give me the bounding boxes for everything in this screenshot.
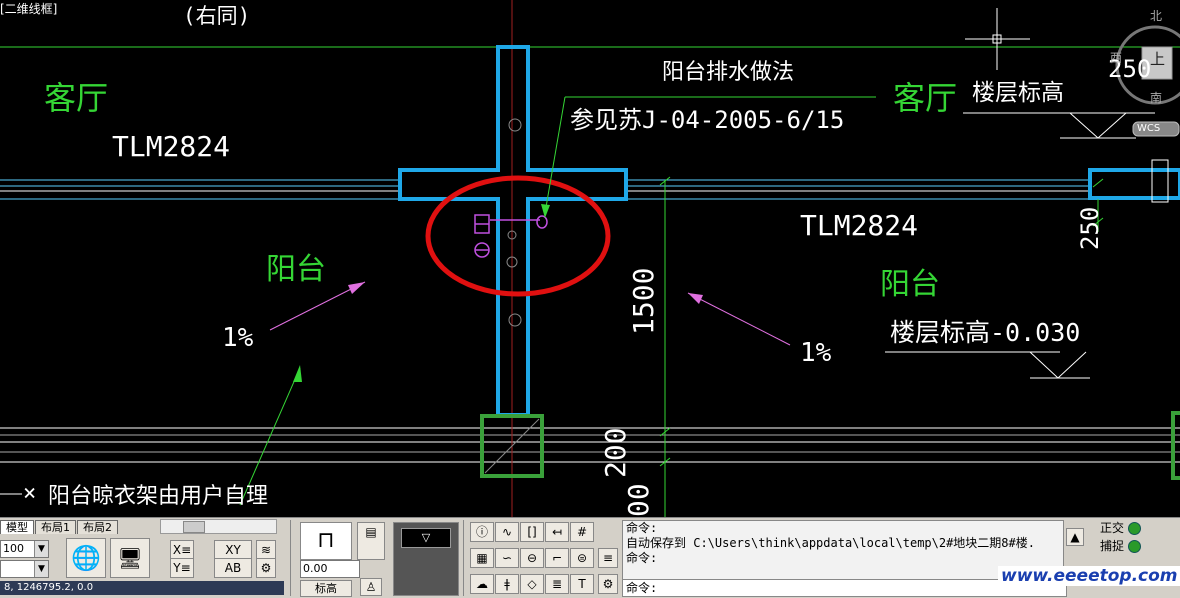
tab-layout1[interactable]: 布局1 (35, 520, 76, 534)
drain-symbol (474, 214, 548, 258)
level-symbol-panel[interactable]: ▽ (393, 522, 459, 596)
revision-cloud (425, 175, 611, 297)
slope-label-right: 1% (800, 338, 832, 368)
drawing-svg[interactable] (0, 0, 1180, 517)
diamond-icon[interactable]: ◇ (520, 574, 544, 594)
elevation-label: 标高 (315, 582, 337, 595)
scrollbar-thumb[interactable] (183, 521, 205, 533)
chevron-down-icon[interactable]: ▼ (34, 561, 48, 577)
monitor-icon[interactable]: 🖥 (110, 538, 150, 578)
elevation-button[interactable]: 标高 (300, 580, 352, 597)
room-label-right: 客厅 (893, 79, 958, 117)
curve-icon[interactable]: ∽ (495, 548, 519, 568)
window-label-left: TLM2824 (112, 130, 231, 163)
level-preview-icon: ▽ (401, 528, 451, 548)
info-icon[interactable]: ⓘ (470, 522, 494, 542)
status-on-icon (1128, 522, 1142, 535)
text-icon[interactable]: T (570, 574, 594, 594)
drain-title: 阳台排水做法 (662, 60, 795, 85)
wave-icon[interactable]: ∿ (495, 522, 519, 542)
scale-value: 100 (3, 542, 24, 555)
hatch-icon[interactable]: ▦ (470, 548, 494, 568)
ortho-label: 正交 (1100, 521, 1125, 535)
dimension-200: 200 (599, 427, 632, 478)
drawing-canvas[interactable]: [二维线框] (右同) 客厅 客厅 TLM2824 TLM2824 阳台 阳台 … (0, 0, 1180, 517)
balcony-label-right: 阳台 (880, 267, 940, 302)
toolbar-separator (290, 520, 291, 596)
ortho-toggle[interactable]: 正交 (1100, 521, 1142, 536)
view-cube-top[interactable]: 上 (1150, 52, 1165, 67)
drain-reference: 参见苏J-04-2005-6/15 (570, 106, 845, 134)
watermark: www.eeeetop.com (998, 566, 1180, 586)
layer-select[interactable]: ▼ (0, 560, 49, 578)
ab-button[interactable]: AB (214, 558, 252, 578)
layers-icon[interactable]: ≋ (256, 540, 276, 560)
lines-icon[interactable]: ≣ (545, 574, 569, 594)
cloud-icon[interactable]: ☁ (470, 574, 494, 594)
list-icon[interactable]: ≡ (598, 548, 618, 568)
gear-icon[interactable]: ⚙ (598, 574, 618, 594)
compass-icon[interactable]: ⊜ (570, 548, 594, 568)
slope-label-left: 1% (222, 323, 254, 353)
viewport-label[interactable]: [二维线框] (0, 3, 57, 15)
layout-tabs: 模型 布局1 布局2 (0, 520, 119, 534)
scale-select[interactable]: 100 ▼ (0, 540, 49, 558)
y-coord-icon[interactable]: Y≡ (170, 558, 194, 578)
tab-layout2[interactable]: 布局2 (77, 520, 118, 534)
toolbar-separator (463, 520, 464, 596)
room-label-left: 客厅 (44, 79, 109, 117)
tab-model[interactable]: 模型 (0, 520, 34, 534)
person-icon[interactable]: ♙ (360, 578, 382, 596)
status-on-icon (1128, 540, 1142, 553)
dimension-1500: 1500 (627, 267, 660, 335)
clothes-rack-marker: × (23, 481, 37, 506)
chevron-down-icon[interactable]: ▼ (34, 541, 48, 557)
elevation-value: 0.00 (303, 562, 328, 575)
floor-level-value: 楼层标高-0.030 (890, 318, 1081, 347)
arrow-icon[interactable]: ↤ (545, 522, 569, 542)
snap-label: 捕捉 (1100, 539, 1125, 553)
grid-number-icon[interactable]: # (570, 522, 594, 542)
dimension-bottom: 00 (622, 483, 655, 517)
door-icon[interactable]: ⊓ (300, 522, 352, 560)
command-line: 命令: (626, 551, 658, 565)
ruler-icon[interactable]: ▤ (357, 522, 385, 560)
window-label-right: TLM2824 (800, 209, 919, 242)
step-icon[interactable]: ⌐ (545, 548, 569, 568)
elevation-input[interactable]: 0.00 (300, 560, 360, 578)
snap-toggle[interactable]: 捕捉 (1100, 539, 1142, 554)
wall-right-stub (1088, 168, 1180, 200)
gear-icon[interactable]: ⚙ (256, 558, 276, 578)
xy-label: XY (225, 543, 241, 557)
compass-north: 北 (1150, 9, 1163, 23)
command-line: 自动保存到 C:\Users\think\appdata\local\temp\… (626, 536, 1035, 550)
compass-south: 南 (1150, 91, 1163, 105)
floor-level-title: 楼层标高 (972, 80, 1064, 106)
wcs-label[interactable]: WCS (1137, 124, 1160, 134)
crosshair (965, 8, 1030, 70)
clothes-rack-note: 阳台晾衣架由用户自理 (48, 484, 269, 509)
x-coord-icon[interactable]: X≡ (170, 540, 194, 560)
horizontal-scrollbar[interactable] (160, 519, 277, 534)
ladder-icon[interactable]: ǂ (495, 574, 519, 594)
command-line: 命令: (626, 521, 658, 535)
circle-line-icon[interactable]: ⊖ (520, 548, 544, 568)
scroll-up-icon[interactable]: ▲ (1066, 528, 1084, 546)
ab-label: AB (224, 561, 242, 575)
bracket-icon[interactable]: [] (520, 522, 544, 542)
xy-button[interactable]: XY (214, 540, 252, 560)
dimension-250-side: 250 (1076, 206, 1104, 250)
top-note: (右同) (183, 4, 251, 28)
coordinates-readout: 8, 1246795.2, 0.0 (0, 581, 284, 595)
balcony-label-left: 阳台 (266, 252, 326, 287)
beam-lines (0, 427, 1180, 463)
globe-icon[interactable]: 🌐 (66, 538, 106, 578)
compass-west: 西 (1110, 51, 1123, 65)
